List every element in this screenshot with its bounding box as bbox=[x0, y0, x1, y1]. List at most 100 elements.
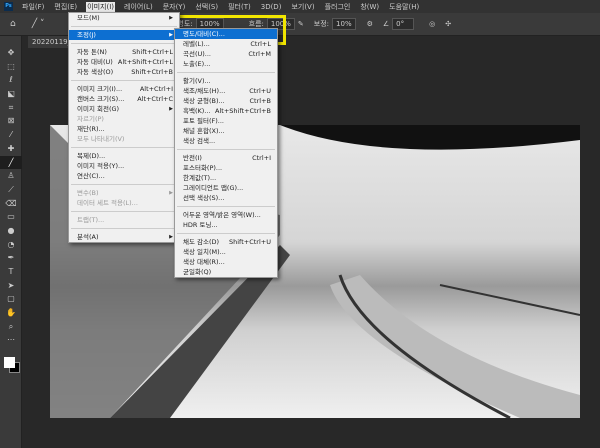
menu-item[interactable]: 자동 톤(N) Shift+Ctrl+L bbox=[69, 47, 179, 57]
menu-item[interactable]: 조정(J) ▶ bbox=[69, 30, 179, 40]
menu-item-label: 색상 균형(B)... bbox=[183, 97, 225, 105]
menu-item[interactable]: 이미지 적용(Y)... bbox=[69, 161, 179, 171]
menu-item[interactable]: 모드(M) ▶ bbox=[69, 13, 179, 23]
type-tool-icon[interactable]: T bbox=[0, 265, 22, 279]
menu-separator bbox=[71, 26, 177, 27]
menu-item[interactable]: 분석(A) ▶ bbox=[69, 232, 179, 242]
stamp-tool-icon[interactable]: ♙ bbox=[0, 169, 22, 183]
marquee-tool-icon[interactable]: ⬚ bbox=[0, 60, 22, 74]
healing-tool-icon[interactable]: ✚ bbox=[0, 142, 22, 156]
history-brush-tool-icon[interactable]: ⟋ bbox=[0, 183, 22, 197]
menu-item[interactable]: 자동 대비(U) Alt+Shift+Ctrl+L bbox=[69, 57, 179, 67]
menu-item[interactable]: 자동 색상(O) Shift+Ctrl+B bbox=[69, 67, 179, 77]
menu-item[interactable]: 이미지 회전(G) ▶ bbox=[69, 104, 179, 114]
path-select-tool-icon[interactable]: ➤ bbox=[0, 279, 22, 293]
menu-6[interactable]: 필터(T) bbox=[227, 2, 252, 12]
angle-icon: ∠ bbox=[382, 20, 390, 28]
eraser-tool-icon[interactable]: ⌫ bbox=[0, 197, 22, 211]
menu-item[interactable]: 변수(B) ▶ bbox=[69, 188, 179, 198]
menu-item-label: 곡선(U)... bbox=[183, 50, 211, 58]
menu-item[interactable]: 포토 필터(F)... bbox=[175, 116, 277, 126]
lasso-tool-icon[interactable]: ℓ bbox=[0, 73, 22, 87]
menu-item[interactable]: 한계값(T)... bbox=[175, 173, 277, 183]
menu-item[interactable]: 트랩(T)... bbox=[69, 215, 179, 225]
blur-tool-icon[interactable]: ● bbox=[0, 224, 22, 238]
hand-tool-icon[interactable]: ✋ bbox=[0, 306, 22, 320]
eyedropper-tool-icon[interactable]: ⁄ bbox=[0, 128, 22, 142]
dodge-tool-icon[interactable]: ◔ bbox=[0, 238, 22, 252]
pen-tool-icon[interactable]: ✒ bbox=[0, 251, 22, 265]
gradient-tool-icon[interactable]: ▭ bbox=[0, 210, 22, 224]
menu-item[interactable]: 자르기(P) bbox=[69, 114, 179, 124]
menu-3[interactable]: 레이어(L) bbox=[123, 2, 154, 12]
menu-item[interactable]: 활기(V)... bbox=[175, 76, 277, 86]
menu-item[interactable]: 재단(R)... bbox=[69, 124, 179, 134]
menu-5[interactable]: 선택(S) bbox=[194, 2, 219, 12]
menu-item[interactable]: 선택 색상(S)... bbox=[175, 193, 277, 203]
rectangle-tool-icon[interactable]: ▢ bbox=[0, 292, 22, 306]
frame-tool-icon[interactable]: ⊠ bbox=[0, 114, 22, 128]
menu-8[interactable]: 보기(V) bbox=[290, 2, 315, 12]
menu-item[interactable]: 곡선(U)... Ctrl+M bbox=[175, 49, 277, 59]
brush-tool-icon[interactable]: ╱ bbox=[0, 155, 22, 170]
menu-item[interactable]: 연산(C)... bbox=[69, 171, 179, 181]
menu-item[interactable]: 포스터화(P)... bbox=[175, 163, 277, 173]
menu-item[interactable]: 색상 검색... bbox=[175, 136, 277, 146]
submenu-arrow-icon: ▶ bbox=[169, 190, 173, 196]
menu-1[interactable]: 편집(E) bbox=[53, 2, 78, 12]
zoom-tool-icon[interactable]: ⌕ bbox=[0, 320, 22, 334]
menu-10[interactable]: 창(W) bbox=[359, 2, 380, 12]
move-tool-icon[interactable]: ✥ bbox=[0, 46, 22, 60]
home-icon[interactable]: ⌂ bbox=[10, 19, 16, 29]
menu-item-label: 포스터화(P)... bbox=[183, 164, 223, 172]
menu-item[interactable]: 데이터 세트 적용(L)... bbox=[69, 198, 179, 208]
menu-item-shortcut: Alt+Ctrl+C bbox=[137, 95, 173, 103]
menu-item[interactable]: 채널 혼합(X)... bbox=[175, 126, 277, 136]
menu-item[interactable]: 색상 일치(M)... bbox=[175, 247, 277, 257]
menu-item[interactable]: 명도/대비(C)... bbox=[175, 29, 277, 39]
menu-2[interactable]: 이미지(I) bbox=[86, 1, 115, 12]
menu-item[interactable]: 모두 나타내기(V) bbox=[69, 134, 179, 144]
menu-item[interactable]: 어두운 영역/밝은 영역(W)... bbox=[175, 210, 277, 220]
crop-tool-icon[interactable]: ⌗ bbox=[0, 101, 22, 115]
menu-separator bbox=[71, 184, 177, 185]
angle-input[interactable]: 0° bbox=[392, 18, 415, 30]
menu-item[interactable]: 반전(I) Ctrl+I bbox=[175, 153, 277, 163]
menu-item[interactable]: 이미지 크기(I)... Alt+Ctrl+I bbox=[69, 84, 179, 94]
more-tool-icon[interactable]: ⋯ bbox=[0, 333, 22, 347]
menu-4[interactable]: 문자(Y) bbox=[162, 2, 187, 12]
menu-item-label: 복제(D)... bbox=[77, 152, 106, 160]
menu-item-label: 모두 나타내기(V) bbox=[77, 135, 125, 143]
pressure-icon[interactable]: ◎ bbox=[429, 20, 435, 28]
menu-item-label: 선택 색상(S)... bbox=[183, 194, 225, 202]
menu-item[interactable]: 그레이디언트 맵(G)... bbox=[175, 183, 277, 193]
menu-item[interactable]: 균일화(Q) bbox=[175, 267, 277, 277]
menu-item-label: HDR 토닝... bbox=[183, 221, 218, 229]
object-select-tool-icon[interactable]: ⬕ bbox=[0, 87, 22, 101]
airbrush-icon[interactable]: ✎ bbox=[298, 20, 304, 28]
menu-item[interactable]: 노출(E)... bbox=[175, 59, 277, 69]
menu-item[interactable]: 색상 대체(R)... bbox=[175, 257, 277, 267]
menu-item[interactable]: 색상 균형(B)... Ctrl+B bbox=[175, 96, 277, 106]
menu-11[interactable]: 도움말(H) bbox=[388, 2, 420, 12]
menu-0[interactable]: 파일(F) bbox=[21, 2, 45, 12]
menu-item[interactable]: 흑백(K)... Alt+Shift+Ctrl+B bbox=[175, 106, 277, 116]
submenu-arrow-icon: ▶ bbox=[169, 32, 173, 38]
menu-item-shortcut: Alt+Shift+Ctrl+B bbox=[215, 107, 271, 115]
menu-item-label: 명도/대비(C)... bbox=[183, 30, 225, 38]
menu-item[interactable]: 복제(D)... bbox=[69, 151, 179, 161]
color-swatches[interactable] bbox=[0, 353, 21, 379]
menu-item-label: 레벨(L)... bbox=[183, 40, 210, 48]
menu-7[interactable]: 3D(D) bbox=[260, 3, 283, 11]
menu-9[interactable]: 플러그인 bbox=[324, 2, 352, 12]
menu-item[interactable]: 캔버스 크기(S)... Alt+Ctrl+C bbox=[69, 94, 179, 104]
menu-item[interactable]: 색조/채도(H)... Ctrl+U bbox=[175, 86, 277, 96]
menu-item[interactable]: 채도 감소(D) Shift+Ctrl+U bbox=[175, 237, 277, 247]
smoothing-input[interactable]: 10% bbox=[332, 18, 356, 30]
brush-preset-icon[interactable]: ╱ ˅ bbox=[32, 19, 45, 29]
symmetry-icon[interactable]: ✣ bbox=[445, 20, 451, 28]
menu-separator bbox=[177, 206, 275, 207]
menu-item[interactable]: 레벨(L)... Ctrl+L bbox=[175, 39, 277, 49]
menu-item[interactable]: HDR 토닝... bbox=[175, 220, 277, 230]
gear-icon[interactable]: ⚙ bbox=[367, 20, 373, 28]
